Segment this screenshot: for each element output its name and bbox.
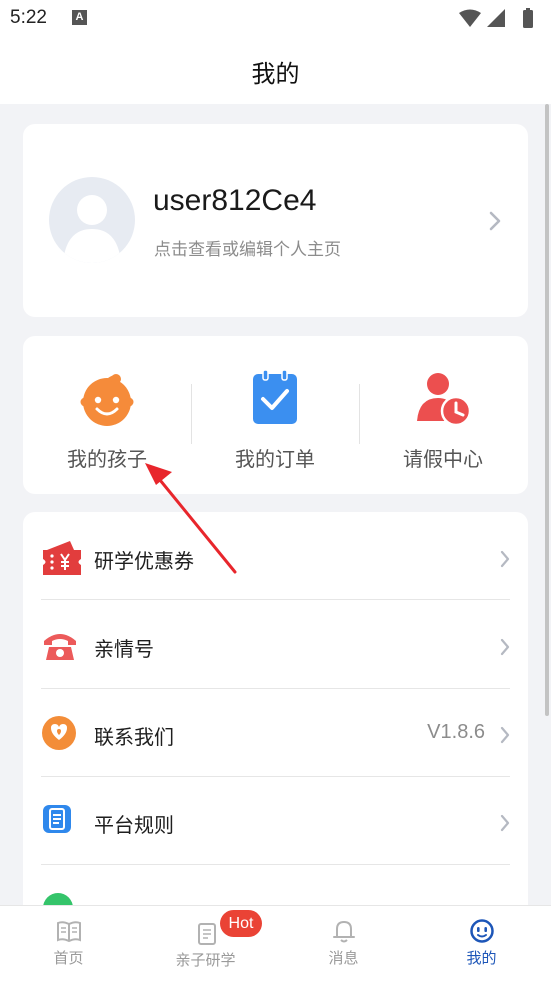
my-orders-button[interactable]: 我的订单 [191, 336, 359, 494]
status-indicators [457, 8, 539, 34]
chevron-right-icon [499, 550, 511, 572]
status-bar: 5:22 A [0, 0, 551, 40]
menu-item-family-number[interactable]: 亲情号 [23, 602, 528, 690]
username: user812Ce4 [153, 184, 317, 217]
clipboard-check-icon [246, 369, 304, 427]
menu-item-partial[interactable] [23, 866, 528, 906]
tab-label: 我的 [466, 949, 497, 967]
open-book-icon [56, 918, 82, 944]
chevron-right-icon [488, 210, 502, 236]
document-list-icon [41, 803, 79, 841]
profile-card[interactable]: user812Ce4 点击查看或编辑个人主页 [23, 124, 528, 317]
quick-action-label: 我的孩子 [67, 447, 147, 471]
divider [41, 688, 510, 689]
tab-label: 亲子研学 [175, 951, 236, 969]
smiley-face-icon [469, 918, 495, 944]
default-avatar-icon [63, 195, 121, 263]
tab-label: 消息 [328, 949, 359, 967]
menu-item-label: 研学优惠券 [94, 549, 194, 573]
divider [41, 776, 510, 777]
scrollbar[interactable] [545, 104, 549, 716]
tab-messages[interactable]: 消息 [275, 906, 412, 981]
chevron-right-icon [499, 814, 511, 836]
status-time: 5:22 [10, 7, 47, 28]
heart-chat-icon [41, 715, 79, 753]
notification-a-icon: A [72, 10, 87, 25]
person-clock-icon [414, 369, 472, 427]
coupon-icon [41, 539, 81, 577]
tab-mine[interactable]: 我的 [413, 906, 550, 981]
baby-face-icon [78, 369, 136, 427]
menu-item-label: 联系我们 [94, 725, 174, 749]
notebook-icon [195, 922, 221, 948]
menu-list: 研学优惠券 亲情号 联系我们 V1.8.6 平台规则 [23, 512, 528, 932]
page-title: 我的 [251, 60, 300, 88]
quick-action-label: 请假中心 [403, 447, 483, 471]
wifi-signal-battery-icons [459, 8, 533, 28]
chevron-right-icon [499, 638, 511, 660]
menu-item-contact-us[interactable]: 联系我们 V1.8.6 [23, 690, 528, 778]
hot-badge: Hot [220, 910, 262, 937]
leave-center-button[interactable]: 请假中心 [359, 336, 527, 494]
menu-item-label: 亲情号 [94, 637, 154, 661]
profile-subtitle: 点击查看或编辑个人主页 [154, 240, 341, 260]
my-children-button[interactable]: 我的孩子 [23, 336, 191, 494]
tab-home[interactable]: 首页 [0, 906, 137, 981]
bell-icon [331, 918, 357, 944]
menu-item-platform-rules[interactable]: 平台规则 [23, 778, 528, 866]
quick-actions-card: 我的孩子 我的订单 请假中心 [23, 336, 528, 494]
menu-item-label: 平台规则 [94, 813, 174, 837]
header: 我的 [0, 40, 551, 104]
quick-action-label: 我的订单 [235, 447, 315, 471]
bottom-tab-bar: 首页 亲子研学 消息 我的 [0, 905, 551, 981]
avatar[interactable] [49, 177, 135, 263]
telephone-icon [41, 627, 79, 665]
divider [41, 864, 510, 865]
divider [41, 599, 510, 600]
green-circle-icon [41, 891, 79, 906]
menu-item-coupons[interactable]: 研学优惠券 [23, 514, 528, 602]
version-number: V1.8.6 [427, 721, 485, 743]
tab-label: 首页 [53, 949, 84, 967]
chevron-right-icon [499, 726, 511, 748]
